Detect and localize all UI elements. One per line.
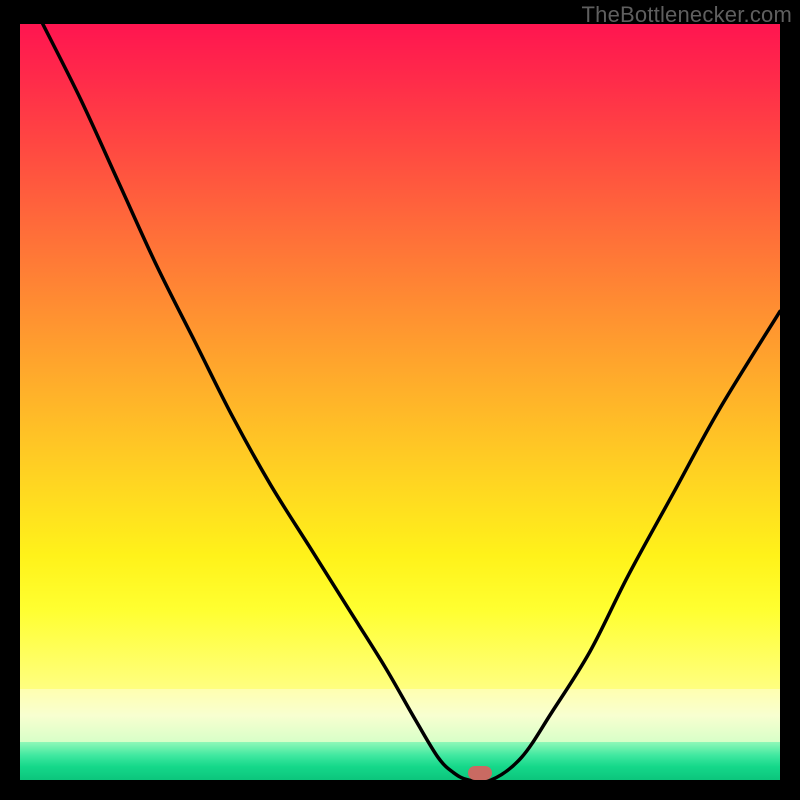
chart-frame: TheBottlenecker.com	[0, 0, 800, 800]
watermark-text: TheBottlenecker.com	[582, 2, 792, 28]
plot-area	[20, 24, 780, 780]
bottleneck-curve	[20, 24, 780, 780]
curve-path	[43, 24, 780, 780]
optimum-marker	[468, 766, 492, 780]
